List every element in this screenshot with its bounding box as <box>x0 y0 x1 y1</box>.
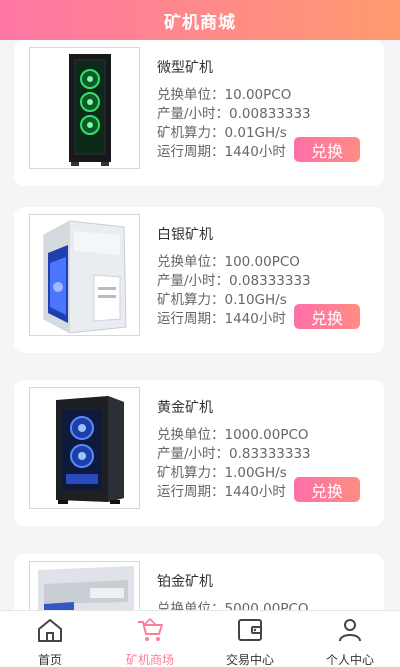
top-bar: 矿机商城 <box>0 0 400 40</box>
bottom-tab-bar: 首页 矿机商场 交易中心 个人中心 <box>0 610 400 667</box>
hash-power: 矿机算力：0.01GH/s <box>157 125 287 141</box>
page-title: 矿机商城 <box>164 12 236 33</box>
user-icon <box>336 617 364 647</box>
product-name: 微型矿机 <box>157 60 213 76</box>
miner-image <box>29 387 140 509</box>
tab-trading-center-label: 交易中心 <box>225 653 274 667</box>
exchange-unit: 兑换单位：1000.00PCO <box>157 427 309 443</box>
hash-power: 矿机算力：0.10GH/s <box>157 292 287 308</box>
exchange-unit: 兑换单位：5000.00PCO <box>157 601 309 610</box>
product-card: 铂金矿机 兑换单位：5000.00PCO <box>14 554 384 610</box>
tab-trading-center[interactable]: 交易中心 <box>200 611 300 667</box>
tab-miner-mall-label: 矿机商场 <box>125 653 174 667</box>
tab-personal-center[interactable]: 个人中心 <box>300 611 400 667</box>
exchange-button[interactable]: 兑换 <box>294 137 360 162</box>
tab-miner-mall[interactable]: 矿机商场 <box>100 611 200 667</box>
hash-power: 矿机算力：1.00GH/s <box>157 465 287 481</box>
product-name: 黄金矿机 <box>157 400 213 416</box>
hourly-output: 产量/小时：0.00833333 <box>157 106 311 122</box>
product-card: 黄金矿机 兑换单位：1000.00PCO 产量/小时：0.83333333 矿机… <box>14 380 384 526</box>
home-icon <box>36 617 64 647</box>
wallet-icon <box>236 617 264 647</box>
miner-image <box>29 47 140 169</box>
product-card: 白银矿机 兑换单位：100.00PCO 产量/小时：0.08333333 矿机算… <box>14 207 384 353</box>
cart-icon <box>136 617 164 647</box>
miner-image <box>29 214 140 336</box>
exchange-unit: 兑换单位：10.00PCO <box>157 87 292 103</box>
product-list[interactable]: 微型矿机 兑换单位：10.00PCO 产量/小时：0.00833333 矿机算力… <box>0 40 400 610</box>
exchange-unit: 兑换单位：100.00PCO <box>157 254 300 270</box>
tab-home-label: 首页 <box>37 653 62 667</box>
run-cycle: 运行周期：1440小时 <box>157 484 286 500</box>
miner-image <box>29 561 140 610</box>
run-cycle: 运行周期：1440小时 <box>157 144 286 160</box>
exchange-button[interactable]: 兑换 <box>294 477 360 502</box>
hourly-output: 产量/小时：0.08333333 <box>157 273 311 289</box>
exchange-button[interactable]: 兑换 <box>294 304 360 329</box>
tab-personal-center-label: 个人中心 <box>325 653 374 667</box>
product-name: 白银矿机 <box>157 227 213 243</box>
tab-home[interactable]: 首页 <box>0 611 100 667</box>
product-name: 铂金矿机 <box>157 574 213 590</box>
product-card: 微型矿机 兑换单位：10.00PCO 产量/小时：0.00833333 矿机算力… <box>14 40 384 186</box>
run-cycle: 运行周期：1440小时 <box>157 311 286 327</box>
hourly-output: 产量/小时：0.83333333 <box>157 446 311 462</box>
